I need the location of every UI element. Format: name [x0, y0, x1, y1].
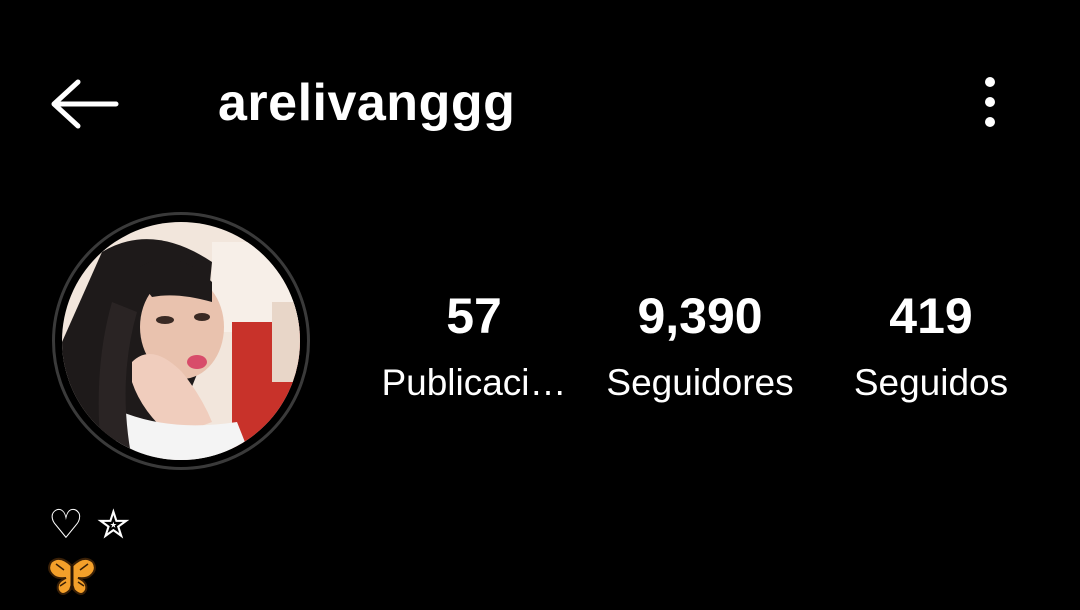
bio-text-line: ♡ ✮	[48, 502, 131, 548]
following-count: 419	[889, 288, 973, 344]
profile-stats: 57 Publicaci… 9,390 Seguidores 419 Segui…	[360, 280, 1040, 420]
back-button[interactable]	[44, 72, 124, 136]
profile-bio: ♡ ✮	[48, 500, 448, 606]
following-label: Seguidos	[853, 362, 1009, 403]
stat-followers[interactable]: 9,390 Seguidores	[590, 280, 810, 414]
arrow-left-icon	[51, 79, 119, 129]
profile-photo	[62, 222, 300, 460]
bio-emoji-line	[48, 556, 448, 606]
more-vertical-icon	[985, 77, 995, 127]
followers-label: Seguidores	[606, 362, 794, 403]
posts-label: Publicaci…	[381, 362, 567, 403]
butterfly-icon	[48, 557, 96, 595]
stat-following[interactable]: 419 Seguidos	[836, 280, 1026, 414]
more-options-button[interactable]	[960, 70, 1020, 134]
posts-count: 57	[446, 288, 502, 344]
stat-posts[interactable]: 57 Publicaci…	[368, 280, 580, 414]
profile-username: arelivanggg	[218, 74, 516, 132]
avatar[interactable]	[52, 212, 310, 470]
profile-header: arelivanggg	[0, 0, 1080, 200]
followers-count: 9,390	[637, 288, 763, 344]
